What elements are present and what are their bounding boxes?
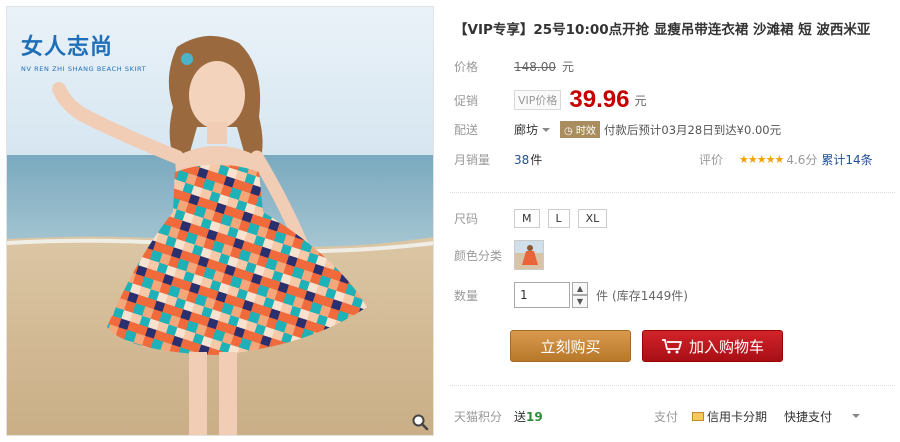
- points-value: 19: [526, 409, 543, 424]
- review-summary: 评价 ★★★★★ 4.6分 累计14条: [699, 151, 873, 168]
- shipping-estimate: 付款后预计03月28日到达¥0.00元: [603, 122, 782, 137]
- delivery-time-badge: ◷ 时效: [560, 121, 600, 138]
- price-label: 价格: [454, 60, 479, 74]
- buy-now-button[interactable]: 立刻购买: [510, 330, 631, 362]
- price-row: 价格 148.00 元: [454, 58, 574, 75]
- quantity-row: 数量 ▲ ▼ 件 (库存1449件): [454, 282, 688, 308]
- sales-label: 月销量: [454, 153, 491, 167]
- shipping-city-select[interactable]: 廊坊: [514, 121, 538, 138]
- product-image[interactable]: 女人志尚 NV REN ZHI SHANG BEACH SKIRT: [6, 6, 434, 436]
- chevron-down-icon[interactable]: [852, 414, 860, 418]
- promo-row: 促销 VIP价格 39.96 元: [454, 86, 646, 114]
- promo-label: 促销: [454, 93, 479, 108]
- installment-option[interactable]: 信用卡分期: [692, 408, 767, 425]
- points-label: 天猫积分: [454, 410, 503, 424]
- quantity-stepper[interactable]: ▲ ▼: [572, 282, 588, 308]
- size-row: 尺码 M L XL: [454, 209, 615, 228]
- shopping-cart-icon: [661, 339, 682, 354]
- quantity-increase-button[interactable]: ▲: [572, 282, 588, 295]
- rating-score: 4.6分: [786, 153, 818, 167]
- rating-stars-icon: ★★★★★: [739, 153, 784, 166]
- stock-count: (库存1449件): [612, 288, 688, 303]
- sales-unit: 件: [530, 153, 543, 167]
- brand-name-cn: 女人志尚: [21, 34, 114, 60]
- color-row: 颜色分类: [454, 240, 544, 270]
- points-prefix: 送: [514, 410, 527, 424]
- sales-row: 月销量 38 件 评价 ★★★★★ 4.6分 累计14条: [454, 151, 899, 168]
- brand-watermark: 女人志尚 NV REN ZHI SHANG BEACH SKIRT: [21, 29, 146, 73]
- quick-pay-option[interactable]: 快捷支付: [784, 408, 832, 425]
- shipping-label: 配送: [454, 123, 479, 137]
- size-option-l[interactable]: L: [547, 209, 570, 228]
- size-label: 尺码: [454, 212, 479, 226]
- sales-count: 38: [514, 152, 530, 167]
- product-info-panel: 【VIP专享】25号10:00点开抢 显瘦吊带连衣裙 沙滩裙 短 波西米亚 价格…: [450, 0, 900, 442]
- price-unit: 元: [562, 60, 575, 74]
- credit-card-icon: [692, 412, 704, 421]
- chevron-down-icon[interactable]: [542, 127, 551, 132]
- size-option-m[interactable]: M: [514, 209, 540, 228]
- add-to-cart-button[interactable]: 加入购物车: [642, 330, 783, 362]
- color-swatch[interactable]: [514, 240, 544, 270]
- quantity-input[interactable]: [514, 282, 570, 308]
- review-count-link[interactable]: 累计14条: [821, 151, 872, 168]
- promo-price: 39.96: [569, 86, 630, 113]
- divider: [450, 192, 895, 193]
- quantity-label: 数量: [454, 288, 479, 303]
- original-price: 148.00: [514, 59, 556, 74]
- installment-label: 信用卡分期: [707, 410, 768, 424]
- buy-now-label: 立刻购买: [540, 337, 601, 356]
- color-label: 颜色分类: [454, 248, 503, 263]
- divider: [450, 385, 895, 386]
- review-label: 评价: [699, 153, 724, 167]
- size-option-xl[interactable]: XL: [577, 209, 608, 228]
- points-payment-row: 天猫积分 送 19 支付 信用卡分期 快捷支付: [454, 408, 894, 425]
- color-swatch-image: [515, 241, 543, 269]
- brand-name-en: NV REN ZHI SHANG BEACH SKIRT: [21, 65, 147, 73]
- vip-price-tag: VIP价格: [514, 90, 562, 110]
- quantity-unit: 件: [596, 288, 609, 303]
- product-title: 【VIP专享】25号10:00点开抢 显瘦吊带连衣裙 沙滩裙 短 波西米亚: [454, 22, 871, 38]
- shipping-row: 配送 廊坊 ◷ 时效 付款后预计03月28日到达¥0.00元: [454, 121, 781, 138]
- add-to-cart-label: 加入购物车: [688, 337, 764, 356]
- delivery-time-badge-text: 时效: [575, 126, 596, 137]
- promo-unit: 元: [634, 93, 647, 108]
- zoom-icon[interactable]: [411, 413, 429, 431]
- payment-label: 支付: [654, 410, 679, 424]
- quantity-decrease-button[interactable]: ▼: [572, 295, 588, 308]
